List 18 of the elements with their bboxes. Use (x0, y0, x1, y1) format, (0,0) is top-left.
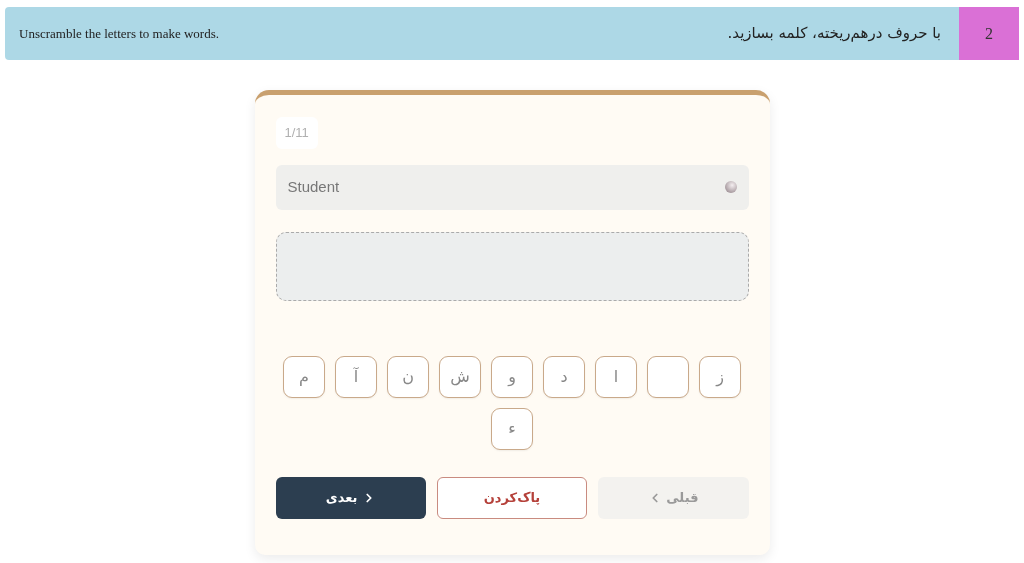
letter-tile[interactable]: و (491, 355, 533, 398)
clear-button[interactable]: پاک‌کردن (436, 476, 588, 519)
letter-tile[interactable]: ن (387, 355, 429, 398)
letter-tile[interactable] (647, 355, 689, 398)
role-field[interactable]: Student (275, 164, 749, 210)
letter-tile[interactable]: ز (699, 355, 741, 398)
instruction-text: Unscramble the letters to make words. (19, 24, 219, 43)
letter-tile[interactable]: م (283, 355, 325, 398)
question-number: 2 (959, 7, 1019, 60)
letter-tile[interactable]: ا (595, 355, 637, 398)
next-button[interactable]: بعدی (275, 476, 426, 519)
letter-tile[interactable]: د (543, 355, 585, 398)
letter-tile[interactable]: ش (439, 355, 481, 398)
progress-counter: 1/11 (275, 117, 318, 149)
answer-box[interactable] (275, 231, 749, 301)
letter-tile[interactable]: آ (335, 355, 377, 398)
instruction-text: با حروف درهم‌ریخته، کلمه بسازید. (727, 23, 941, 45)
letter-tile[interactable]: ء (491, 407, 533, 450)
